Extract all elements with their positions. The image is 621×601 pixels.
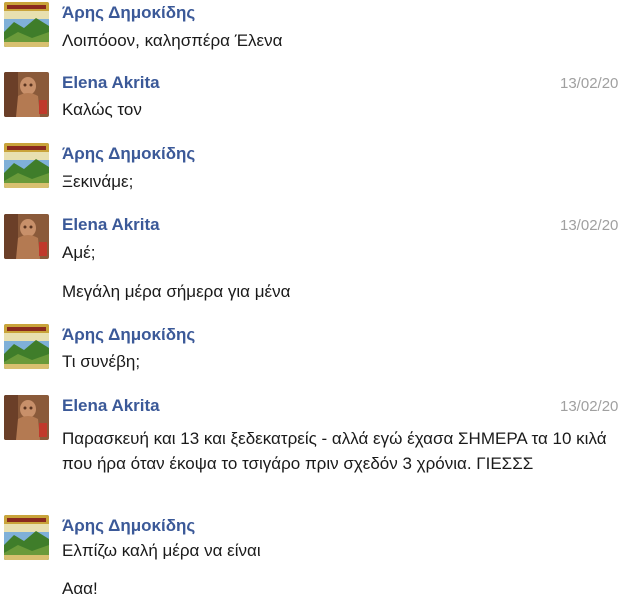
- message-timestamp: 13/02/20: [560, 398, 619, 415]
- aris-avatar[interactable]: [4, 143, 49, 188]
- sender-name[interactable]: Άρης Δημοκίδης: [62, 3, 195, 23]
- sender-name[interactable]: Elena Akrita: [62, 396, 160, 416]
- elena-avatar[interactable]: [4, 214, 49, 259]
- message-timestamp: 13/02/20: [560, 75, 619, 92]
- message-text: Παρασκευή και 13 και ξεδεκατρείς - αλλά …: [62, 429, 607, 473]
- aris-avatar[interactable]: [4, 515, 49, 560]
- message-text: Ααα!: [62, 579, 98, 598]
- sender-name[interactable]: Άρης Δημοκίδης: [62, 325, 195, 345]
- sender-name[interactable]: Elena Akrita: [62, 73, 160, 93]
- sender-name[interactable]: Άρης Δημοκίδης: [62, 516, 195, 536]
- message-timestamp: 13/02/20: [560, 217, 619, 234]
- aris-avatar[interactable]: [4, 2, 49, 47]
- elena-avatar[interactable]: [4, 395, 49, 440]
- elena-avatar[interactable]: [4, 72, 49, 117]
- aris-avatar[interactable]: [4, 324, 49, 369]
- message-text: Λοιπόοον, καλησπέρα Έλενα: [62, 31, 283, 50]
- sender-name[interactable]: Άρης Δημοκίδης: [62, 144, 195, 164]
- message-text: Ελπίζω καλή μέρα να είναι: [62, 541, 261, 560]
- message-text: Τι συνέβη;: [62, 352, 141, 371]
- sender-name[interactable]: Elena Akrita: [62, 215, 160, 235]
- message-text: Καλώς τον: [62, 100, 142, 119]
- message-text: Μεγάλη μέρα σήμερα για μένα: [62, 282, 291, 301]
- message-text: Αμέ;: [62, 243, 96, 262]
- message-text: Ξεκινάμε;: [62, 172, 134, 191]
